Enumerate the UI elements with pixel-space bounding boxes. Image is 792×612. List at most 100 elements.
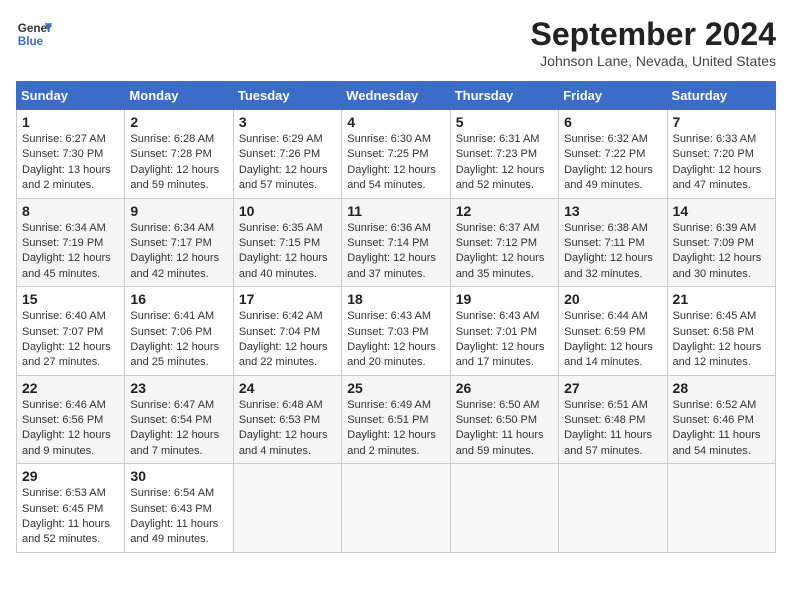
calendar-cell: 12Sunrise: 6:37 AM Sunset: 7:12 PM Dayli… bbox=[450, 198, 558, 287]
calendar-body: 1Sunrise: 6:27 AM Sunset: 7:30 PM Daylig… bbox=[17, 110, 776, 553]
calendar-cell: 16 Sunrise: 6:41 AM Sunset: 7:06 PM Dayli… bbox=[125, 287, 233, 376]
day-number: 15 bbox=[22, 291, 119, 307]
calendar-cell: 2 Sunrise: 6:28 AM Sunset: 7:28 PM Daylig… bbox=[125, 110, 233, 199]
calendar-week-1: 1Sunrise: 6:27 AM Sunset: 7:30 PM Daylig… bbox=[17, 110, 776, 199]
calendar-cell: 11 Sunrise: 6:36 AM Sunset: 7:14 PM Dayli… bbox=[342, 198, 450, 287]
weekday-friday: Friday bbox=[559, 82, 667, 110]
calendar-cell: 17Sunrise: 6:42 AM Sunset: 7:04 PM Dayli… bbox=[233, 287, 341, 376]
day-info: Sunrise: 6:30 AM Sunset: 7:25 PM Dayligh… bbox=[347, 132, 444, 194]
calendar-week-3: 15 Sunrise: 6:40 AM Sunset: 7:07 PM Dayli… bbox=[17, 287, 776, 376]
calendar-cell: 10Sunrise: 6:35 AM Sunset: 7:15 PM Dayli… bbox=[233, 198, 341, 287]
day-number: 24 bbox=[239, 380, 336, 396]
day-number: 19 bbox=[456, 291, 553, 307]
calendar-cell: 28Sunrise: 6:52 AM Sunset: 6:46 PM Dayli… bbox=[667, 375, 775, 464]
day-number: 7 bbox=[673, 114, 770, 130]
day-info: Sunrise: 6:27 AM Sunset: 7:30 PM Dayligh… bbox=[22, 132, 119, 194]
calendar-cell: 20Sunrise: 6:44 AM Sunset: 6:59 PM Dayli… bbox=[559, 287, 667, 376]
day-info: Sunrise: 6:54 AM Sunset: 6:43 PM Dayligh… bbox=[130, 486, 227, 548]
day-info: Sunrise: 6:43 AM Sunset: 7:03 PM Dayligh… bbox=[347, 309, 444, 371]
day-info: Sunrise: 6:29 AM Sunset: 7:26 PM Dayligh… bbox=[239, 132, 336, 194]
calendar-cell: 4 Sunrise: 6:30 AM Sunset: 7:25 PM Daylig… bbox=[342, 110, 450, 199]
day-number: 30 bbox=[130, 468, 227, 484]
calendar-cell: 22 Sunrise: 6:46 AM Sunset: 6:56 PM Dayli… bbox=[17, 375, 125, 464]
day-info: Sunrise: 6:34 AM Sunset: 7:19 PM Dayligh… bbox=[22, 221, 119, 283]
day-number: 25 bbox=[347, 380, 444, 396]
day-number: 13 bbox=[564, 203, 661, 219]
calendar-week-5: 29Sunrise: 6:53 AM Sunset: 6:45 PM Dayli… bbox=[17, 464, 776, 553]
day-info: Sunrise: 6:36 AM Sunset: 7:14 PM Dayligh… bbox=[347, 221, 444, 283]
day-number: 11 bbox=[347, 203, 444, 219]
month-title: September 2024 bbox=[531, 16, 776, 53]
weekday-wednesday: Wednesday bbox=[342, 82, 450, 110]
day-number: 8 bbox=[22, 203, 119, 219]
calendar-cell: 14 Sunrise: 6:39 AM Sunset: 7:09 PM Dayli… bbox=[667, 198, 775, 287]
calendar-cell: 29Sunrise: 6:53 AM Sunset: 6:45 PM Dayli… bbox=[17, 464, 125, 553]
day-number: 21 bbox=[673, 291, 770, 307]
day-info: Sunrise: 6:39 AM Sunset: 7:09 PM Dayligh… bbox=[673, 221, 770, 283]
calendar-cell: 26 Sunrise: 6:50 AM Sunset: 6:50 PM Dayli… bbox=[450, 375, 558, 464]
day-info: Sunrise: 6:50 AM Sunset: 6:50 PM Dayligh… bbox=[456, 398, 553, 460]
day-info: Sunrise: 6:40 AM Sunset: 7:07 PM Dayligh… bbox=[22, 309, 119, 371]
day-info: Sunrise: 6:38 AM Sunset: 7:11 PM Dayligh… bbox=[564, 221, 661, 283]
weekday-tuesday: Tuesday bbox=[233, 82, 341, 110]
location: Johnson Lane, Nevada, United States bbox=[531, 53, 776, 69]
day-info: Sunrise: 6:46 AM Sunset: 6:56 PM Dayligh… bbox=[22, 398, 119, 460]
calendar-week-2: 8 Sunrise: 6:34 AM Sunset: 7:19 PM Daylig… bbox=[17, 198, 776, 287]
logo-icon: General Blue bbox=[16, 16, 52, 52]
day-info: Sunrise: 6:31 AM Sunset: 7:23 PM Dayligh… bbox=[456, 132, 553, 194]
calendar-cell: 21 Sunrise: 6:45 AM Sunset: 6:58 PM Dayli… bbox=[667, 287, 775, 376]
day-number: 23 bbox=[130, 380, 227, 396]
weekday-monday: Monday bbox=[125, 82, 233, 110]
calendar-cell: 9 Sunrise: 6:34 AM Sunset: 7:17 PM Daylig… bbox=[125, 198, 233, 287]
weekday-header-row: SundayMondayTuesdayWednesdayThursdayFrid… bbox=[17, 82, 776, 110]
title-block: September 2024 Johnson Lane, Nevada, Uni… bbox=[531, 16, 776, 69]
calendar-cell bbox=[559, 464, 667, 553]
day-number: 10 bbox=[239, 203, 336, 219]
day-number: 16 bbox=[130, 291, 227, 307]
day-info: Sunrise: 6:41 AM Sunset: 7:06 PM Dayligh… bbox=[130, 309, 227, 371]
weekday-thursday: Thursday bbox=[450, 82, 558, 110]
day-number: 6 bbox=[564, 114, 661, 130]
day-info: Sunrise: 6:42 AM Sunset: 7:04 PM Dayligh… bbox=[239, 309, 336, 371]
day-number: 18 bbox=[347, 291, 444, 307]
day-info: Sunrise: 6:32 AM Sunset: 7:22 PM Dayligh… bbox=[564, 132, 661, 194]
day-number: 5 bbox=[456, 114, 553, 130]
day-number: 22 bbox=[22, 380, 119, 396]
weekday-sunday: Sunday bbox=[17, 82, 125, 110]
page-header: General Blue September 2024 Johnson Lane… bbox=[16, 16, 776, 69]
calendar-cell bbox=[233, 464, 341, 553]
calendar-cell: 23 Sunrise: 6:47 AM Sunset: 6:54 PM Dayli… bbox=[125, 375, 233, 464]
calendar-cell bbox=[342, 464, 450, 553]
calendar-cell bbox=[667, 464, 775, 553]
day-number: 2 bbox=[130, 114, 227, 130]
calendar-cell: 7 Sunrise: 6:33 AM Sunset: 7:20 PM Daylig… bbox=[667, 110, 775, 199]
day-info: Sunrise: 6:52 AM Sunset: 6:46 PM Dayligh… bbox=[673, 398, 770, 460]
calendar-cell: 30 Sunrise: 6:54 AM Sunset: 6:43 PM Dayli… bbox=[125, 464, 233, 553]
day-number: 26 bbox=[456, 380, 553, 396]
day-info: Sunrise: 6:49 AM Sunset: 6:51 PM Dayligh… bbox=[347, 398, 444, 460]
day-info: Sunrise: 6:28 AM Sunset: 7:28 PM Dayligh… bbox=[130, 132, 227, 194]
calendar-cell: 1Sunrise: 6:27 AM Sunset: 7:30 PM Daylig… bbox=[17, 110, 125, 199]
day-number: 14 bbox=[673, 203, 770, 219]
day-number: 4 bbox=[347, 114, 444, 130]
calendar-cell: 3 Sunrise: 6:29 AM Sunset: 7:26 PM Daylig… bbox=[233, 110, 341, 199]
day-number: 3 bbox=[239, 114, 336, 130]
day-number: 27 bbox=[564, 380, 661, 396]
day-info: Sunrise: 6:34 AM Sunset: 7:17 PM Dayligh… bbox=[130, 221, 227, 283]
calendar-week-4: 22 Sunrise: 6:46 AM Sunset: 6:56 PM Dayli… bbox=[17, 375, 776, 464]
day-info: Sunrise: 6:43 AM Sunset: 7:01 PM Dayligh… bbox=[456, 309, 553, 371]
day-info: Sunrise: 6:45 AM Sunset: 6:58 PM Dayligh… bbox=[673, 309, 770, 371]
calendar-cell bbox=[450, 464, 558, 553]
calendar-cell: 6 Sunrise: 6:32 AM Sunset: 7:22 PM Daylig… bbox=[559, 110, 667, 199]
day-number: 9 bbox=[130, 203, 227, 219]
calendar-cell: 5 Sunrise: 6:31 AM Sunset: 7:23 PM Daylig… bbox=[450, 110, 558, 199]
svg-text:Blue: Blue bbox=[18, 35, 44, 48]
day-info: Sunrise: 6:33 AM Sunset: 7:20 PM Dayligh… bbox=[673, 132, 770, 194]
day-info: Sunrise: 6:48 AM Sunset: 6:53 PM Dayligh… bbox=[239, 398, 336, 460]
calendar-cell: 18 Sunrise: 6:43 AM Sunset: 7:03 PM Dayli… bbox=[342, 287, 450, 376]
calendar-cell: 25 Sunrise: 6:49 AM Sunset: 6:51 PM Dayli… bbox=[342, 375, 450, 464]
calendar-cell: 15 Sunrise: 6:40 AM Sunset: 7:07 PM Dayli… bbox=[17, 287, 125, 376]
day-info: Sunrise: 6:47 AM Sunset: 6:54 PM Dayligh… bbox=[130, 398, 227, 460]
calendar-cell: 8 Sunrise: 6:34 AM Sunset: 7:19 PM Daylig… bbox=[17, 198, 125, 287]
logo: General Blue bbox=[16, 16, 52, 52]
